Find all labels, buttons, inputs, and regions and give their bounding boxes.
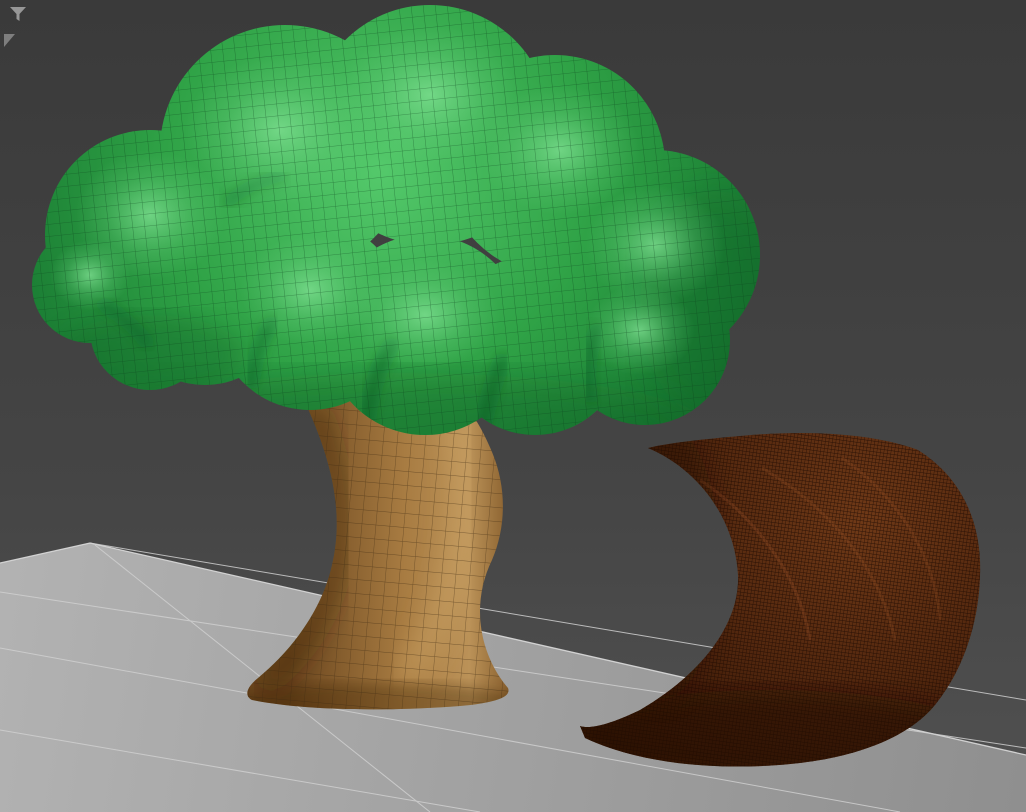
viewport-canvas[interactable] [0, 0, 1026, 812]
viewport[interactable] [0, 0, 1026, 812]
